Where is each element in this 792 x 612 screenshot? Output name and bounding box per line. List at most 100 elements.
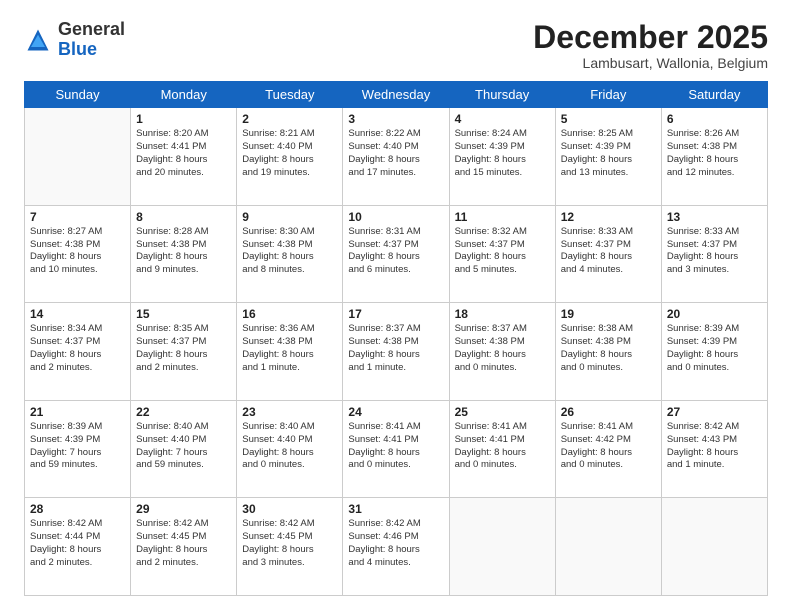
- day-number: 22: [136, 405, 231, 419]
- cell-content: Sunrise: 8:24 AM Sunset: 4:39 PM Dayligh…: [455, 128, 550, 179]
- calendar-cell: 1Sunrise: 8:20 AM Sunset: 4:41 PM Daylig…: [131, 108, 237, 206]
- weekday-header-friday: Friday: [555, 82, 661, 108]
- title-block: December 2025 Lambusart, Wallonia, Belgi…: [533, 20, 768, 71]
- logo-general: General: [58, 19, 125, 39]
- day-number: 27: [667, 405, 762, 419]
- calendar-cell: 5 Sunrise: 8:25 AM Sunset: 4:39 PM Daylig…: [555, 108, 661, 206]
- day-number: 5: [561, 112, 656, 126]
- cell-content: Sunrise: 8:33 AM Sunset: 4:37 PM Dayligh…: [667, 226, 762, 277]
- weekday-header-monday: Monday: [131, 82, 237, 108]
- day-number: 25: [455, 405, 550, 419]
- calendar-cell: 19 Sunrise: 8:38 AM Sunset: 4:38 PM Dayli…: [555, 303, 661, 401]
- calendar-cell: 27 Sunrise: 8:42 AM Sunset: 4:43 PM Dayli…: [661, 400, 767, 498]
- calendar-cell: 29Sunrise: 8:42 AM Sunset: 4:45 PM Dayli…: [131, 498, 237, 596]
- calendar-week-row: 28 Sunrise: 8:42 AM Sunset: 4:44 PM Dayli…: [25, 498, 768, 596]
- calendar-cell: [449, 498, 555, 596]
- day-number: 3: [348, 112, 443, 126]
- calendar-week-row: 1Sunrise: 8:20 AM Sunset: 4:41 PM Daylig…: [25, 108, 768, 206]
- cell-content: Sunrise: 8:40 AM Sunset: 4:40 PM Dayligh…: [242, 421, 337, 472]
- calendar-cell: 28 Sunrise: 8:42 AM Sunset: 4:44 PM Dayli…: [25, 498, 131, 596]
- day-number: 2: [242, 112, 337, 126]
- calendar-cell: 15Sunrise: 8:35 AM Sunset: 4:37 PM Dayli…: [131, 303, 237, 401]
- weekday-header-saturday: Saturday: [661, 82, 767, 108]
- day-number: 28: [30, 502, 125, 516]
- calendar-cell: 25Sunrise: 8:41 AM Sunset: 4:41 PM Dayli…: [449, 400, 555, 498]
- cell-content: Sunrise: 8:34 AM Sunset: 4:37 PM Dayligh…: [30, 323, 125, 374]
- calendar-cell: [661, 498, 767, 596]
- day-number: 8: [136, 210, 231, 224]
- day-number: 7: [30, 210, 125, 224]
- calendar-cell: 3 Sunrise: 8:22 AM Sunset: 4:40 PM Daylig…: [343, 108, 449, 206]
- calendar-cell: 9Sunrise: 8:30 AM Sunset: 4:38 PM Daylig…: [237, 205, 343, 303]
- cell-content: Sunrise: 8:42 AM Sunset: 4:44 PM Dayligh…: [30, 518, 125, 569]
- calendar-cell: [25, 108, 131, 206]
- calendar-cell: 21 Sunrise: 8:39 AM Sunset: 4:39 PM Dayli…: [25, 400, 131, 498]
- cell-content: Sunrise: 8:41 AM Sunset: 4:41 PM Dayligh…: [348, 421, 443, 472]
- day-number: 31: [348, 502, 443, 516]
- day-number: 9: [242, 210, 337, 224]
- cell-content: Sunrise: 8:41 AM Sunset: 4:42 PM Dayligh…: [561, 421, 656, 472]
- cell-content: Sunrise: 8:39 AM Sunset: 4:39 PM Dayligh…: [667, 323, 762, 374]
- cell-content: Sunrise: 8:38 AM Sunset: 4:38 PM Dayligh…: [561, 323, 656, 374]
- day-number: 11: [455, 210, 550, 224]
- day-number: 4: [455, 112, 550, 126]
- cell-content: Sunrise: 8:37 AM Sunset: 4:38 PM Dayligh…: [348, 323, 443, 374]
- calendar-cell: 20Sunrise: 8:39 AM Sunset: 4:39 PM Dayli…: [661, 303, 767, 401]
- calendar-cell: 12 Sunrise: 8:33 AM Sunset: 4:37 PM Dayli…: [555, 205, 661, 303]
- location-subtitle: Lambusart, Wallonia, Belgium: [533, 55, 768, 71]
- logo-text: General Blue: [58, 20, 125, 60]
- day-number: 30: [242, 502, 337, 516]
- cell-content: Sunrise: 8:40 AM Sunset: 4:40 PM Dayligh…: [136, 421, 231, 472]
- logo: General Blue: [24, 20, 125, 60]
- month-title: December 2025: [533, 20, 768, 55]
- calendar-cell: 24 Sunrise: 8:41 AM Sunset: 4:41 PM Dayli…: [343, 400, 449, 498]
- day-number: 21: [30, 405, 125, 419]
- cell-content: Sunrise: 8:28 AM Sunset: 4:38 PM Dayligh…: [136, 226, 231, 277]
- header: General Blue December 2025 Lambusart, Wa…: [24, 20, 768, 71]
- cell-content: Sunrise: 8:26 AM Sunset: 4:38 PM Dayligh…: [667, 128, 762, 179]
- calendar-table: SundayMondayTuesdayWednesdayThursdayFrid…: [24, 81, 768, 596]
- calendar-week-row: 14 Sunrise: 8:34 AM Sunset: 4:37 PM Dayli…: [25, 303, 768, 401]
- day-number: 19: [561, 307, 656, 321]
- cell-content: Sunrise: 8:32 AM Sunset: 4:37 PM Dayligh…: [455, 226, 550, 277]
- calendar-week-row: 21 Sunrise: 8:39 AM Sunset: 4:39 PM Dayli…: [25, 400, 768, 498]
- cell-content: Sunrise: 8:42 AM Sunset: 4:45 PM Dayligh…: [136, 518, 231, 569]
- calendar-cell: 17 Sunrise: 8:37 AM Sunset: 4:38 PM Dayli…: [343, 303, 449, 401]
- calendar-cell: 22 Sunrise: 8:40 AM Sunset: 4:40 PM Dayli…: [131, 400, 237, 498]
- day-number: 12: [561, 210, 656, 224]
- calendar-cell: 6Sunrise: 8:26 AM Sunset: 4:38 PM Daylig…: [661, 108, 767, 206]
- day-number: 10: [348, 210, 443, 224]
- day-number: 13: [667, 210, 762, 224]
- cell-content: Sunrise: 8:33 AM Sunset: 4:37 PM Dayligh…: [561, 226, 656, 277]
- day-number: 24: [348, 405, 443, 419]
- calendar-cell: [555, 498, 661, 596]
- day-number: 17: [348, 307, 443, 321]
- cell-content: Sunrise: 8:42 AM Sunset: 4:45 PM Dayligh…: [242, 518, 337, 569]
- calendar-cell: 26Sunrise: 8:41 AM Sunset: 4:42 PM Dayli…: [555, 400, 661, 498]
- day-number: 23: [242, 405, 337, 419]
- cell-content: Sunrise: 8:22 AM Sunset: 4:40 PM Dayligh…: [348, 128, 443, 179]
- calendar-cell: 7 Sunrise: 8:27 AM Sunset: 4:38 PM Daylig…: [25, 205, 131, 303]
- calendar-cell: 31Sunrise: 8:42 AM Sunset: 4:46 PM Dayli…: [343, 498, 449, 596]
- calendar-cell: 18Sunrise: 8:37 AM Sunset: 4:38 PM Dayli…: [449, 303, 555, 401]
- calendar-cell: 30 Sunrise: 8:42 AM Sunset: 4:45 PM Dayli…: [237, 498, 343, 596]
- cell-content: Sunrise: 8:42 AM Sunset: 4:43 PM Dayligh…: [667, 421, 762, 472]
- day-number: 14: [30, 307, 125, 321]
- calendar-cell: 11 Sunrise: 8:32 AM Sunset: 4:37 PM Dayli…: [449, 205, 555, 303]
- day-number: 18: [455, 307, 550, 321]
- calendar-cell: 2Sunrise: 8:21 AM Sunset: 4:40 PM Daylig…: [237, 108, 343, 206]
- cell-content: Sunrise: 8:31 AM Sunset: 4:37 PM Dayligh…: [348, 226, 443, 277]
- weekday-header-thursday: Thursday: [449, 82, 555, 108]
- calendar-cell: 16Sunrise: 8:36 AM Sunset: 4:38 PM Dayli…: [237, 303, 343, 401]
- cell-content: Sunrise: 8:39 AM Sunset: 4:39 PM Dayligh…: [30, 421, 125, 472]
- logo-blue: Blue: [58, 39, 97, 59]
- weekday-header-wednesday: Wednesday: [343, 82, 449, 108]
- logo-icon: [24, 26, 52, 54]
- cell-content: Sunrise: 8:27 AM Sunset: 4:38 PM Dayligh…: [30, 226, 125, 277]
- calendar-cell: 23 Sunrise: 8:40 AM Sunset: 4:40 PM Dayli…: [237, 400, 343, 498]
- weekday-header-sunday: Sunday: [25, 82, 131, 108]
- page: General Blue December 2025 Lambusart, Wa…: [0, 0, 792, 612]
- calendar-cell: 10 Sunrise: 8:31 AM Sunset: 4:37 PM Dayli…: [343, 205, 449, 303]
- calendar-cell: 13 Sunrise: 8:33 AM Sunset: 4:37 PM Dayli…: [661, 205, 767, 303]
- cell-content: Sunrise: 8:25 AM Sunset: 4:39 PM Dayligh…: [561, 128, 656, 179]
